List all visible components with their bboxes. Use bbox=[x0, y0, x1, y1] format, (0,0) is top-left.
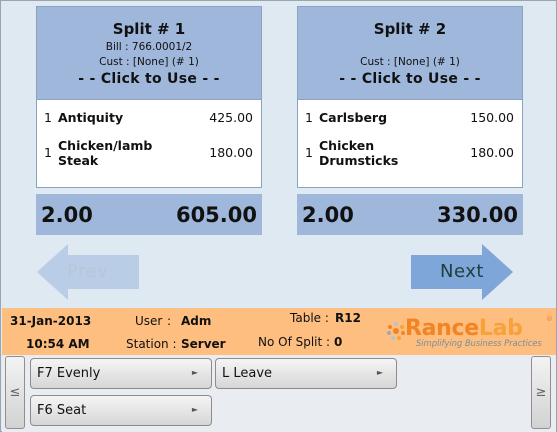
fkey-label: F6 Seat bbox=[37, 403, 87, 418]
item-qty: 1 bbox=[44, 110, 52, 125]
split-item-list: 1 Carlsberg 150.00 1 Chicken Drumsticks … bbox=[298, 100, 522, 170]
scroll-right-icon: ≥ bbox=[535, 385, 547, 400]
date-value: 31-Jan-2013 bbox=[10, 314, 92, 328]
split-card-header[interactable]: Split # 2 Cust : [None] (# 1) - - Click … bbox=[298, 7, 522, 100]
list-item[interactable]: 1 Antiquity 425.00 bbox=[44, 100, 254, 135]
prev-button[interactable]: Prev bbox=[37, 244, 140, 300]
item-qty: 1 bbox=[44, 145, 52, 160]
rancelab-logo: RanceLab ® Simplifying Business Practice… bbox=[386, 315, 556, 352]
user-value: Adm bbox=[181, 314, 212, 328]
list-item[interactable]: 1 Chicken/lamb Steak 180.00 bbox=[44, 135, 254, 170]
list-item[interactable]: 1 Chicken Drumsticks 180.00 bbox=[305, 135, 515, 170]
split-card-header[interactable]: Split # 1 Bill : 766.0001/2 Cust : [None… bbox=[37, 7, 261, 100]
logo-name-part2: Lab bbox=[478, 316, 523, 341]
station-value: Server bbox=[181, 337, 226, 351]
triangle-right-icon: ► bbox=[376, 368, 383, 377]
split-total-bar-2: 2.00 330.00 bbox=[297, 194, 523, 235]
click-to-use-label[interactable]: - - Click to Use - - bbox=[37, 70, 261, 88]
fkey-label: F7 Evenly bbox=[37, 366, 101, 381]
logo-tagline: Simplifying Business Practices bbox=[416, 339, 542, 349]
item-amount: 180.00 bbox=[209, 145, 253, 160]
scroll-right-button[interactable]: ≥ bbox=[531, 356, 551, 429]
triangle-right-icon: ► bbox=[191, 368, 198, 377]
click-to-use-label[interactable]: - - Click to Use - - bbox=[298, 70, 522, 88]
logo-name-part1: Rance bbox=[405, 316, 479, 341]
next-label: Next bbox=[440, 261, 484, 282]
item-amount: 425.00 bbox=[209, 110, 253, 125]
f7-evenly-button[interactable]: F7 Evenly ► bbox=[30, 358, 212, 389]
total-quantity: 2.00 bbox=[302, 202, 354, 227]
item-qty: 1 bbox=[305, 145, 313, 160]
fkey-label: L Leave bbox=[222, 366, 273, 381]
l-leave-button[interactable]: L Leave ► bbox=[215, 358, 397, 389]
item-name: Antiquity bbox=[58, 110, 124, 125]
split-item-list: 1 Antiquity 425.00 1 Chicken/lamb Steak … bbox=[37, 100, 261, 170]
station-label: Station : bbox=[126, 337, 177, 351]
item-qty: 1 bbox=[305, 110, 313, 125]
split-title: Split # 2 bbox=[373, 20, 447, 38]
item-name: Chicken/lamb Steak bbox=[58, 137, 153, 168]
time-value: 10:54 AM bbox=[26, 337, 90, 351]
split-count-value: 0 bbox=[334, 335, 343, 349]
item-name: Chicken Drumsticks bbox=[319, 137, 399, 168]
split-bill-number: Bill : 766.0001/2 bbox=[105, 41, 193, 53]
logo-registered-mark: ® bbox=[546, 315, 553, 323]
table-label: Table : bbox=[290, 311, 329, 325]
split-card-1[interactable]: Split # 1 Bill : 766.0001/2 Cust : [None… bbox=[36, 6, 262, 188]
split-card-2[interactable]: Split # 2 Cust : [None] (# 1) - - Click … bbox=[297, 6, 523, 188]
split-customer: Cust : [None] (# 1) bbox=[360, 56, 460, 68]
split-customer: Cust : [None] (# 1) bbox=[99, 56, 199, 68]
total-amount: 330.00 bbox=[436, 202, 518, 227]
split-count-label: No Of Split : bbox=[258, 335, 331, 349]
split-bill-window: Split # 1 Bill : 766.0001/2 Cust : [None… bbox=[0, 0, 557, 432]
total-amount: 605.00 bbox=[175, 202, 257, 227]
table-value: R12 bbox=[335, 311, 361, 325]
f6-seat-button[interactable]: F6 Seat ► bbox=[30, 395, 212, 426]
total-quantity: 2.00 bbox=[41, 202, 93, 227]
user-label: User bbox=[135, 314, 163, 328]
user-colon: : bbox=[167, 314, 172, 328]
logo-dots-icon bbox=[387, 322, 405, 340]
prev-label: Prev bbox=[67, 261, 109, 282]
item-name: Carlsberg bbox=[319, 110, 388, 125]
triangle-right-icon: ► bbox=[191, 405, 198, 414]
scroll-left-icon: ≤ bbox=[9, 385, 21, 400]
logo-wordmark: RanceLab bbox=[405, 316, 523, 341]
next-button[interactable]: Next bbox=[411, 244, 514, 300]
split-bill-number bbox=[298, 40, 522, 54]
item-amount: 180.00 bbox=[470, 145, 514, 160]
item-amount: 150.00 bbox=[470, 110, 514, 125]
list-item[interactable]: 1 Carlsberg 150.00 bbox=[305, 100, 515, 135]
split-total-bar-1: 2.00 605.00 bbox=[36, 194, 262, 235]
scroll-left-button[interactable]: ≤ bbox=[5, 356, 25, 429]
split-title: Split # 1 bbox=[112, 20, 186, 38]
